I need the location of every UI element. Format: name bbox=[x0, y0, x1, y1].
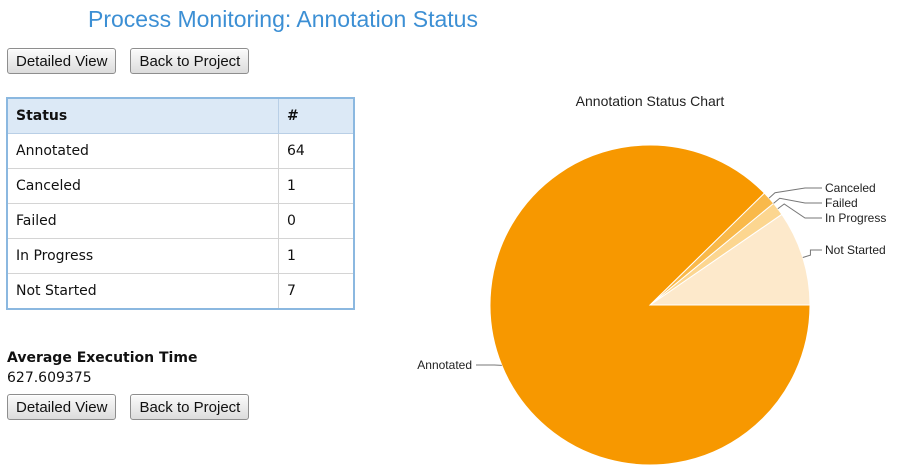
annotation-status-pie-chart: Annotation Status Chart Not Started In Pr… bbox=[417, 93, 886, 466]
average-execution-time-value: 627.609375 bbox=[7, 370, 92, 386]
top-button-row: Detailed View Back to Project bbox=[7, 48, 250, 74]
count-cell: 1 bbox=[278, 168, 354, 204]
leader-line-in-progress bbox=[777, 203, 822, 219]
back-to-project-button[interactable]: Back to Project bbox=[130, 48, 250, 74]
chart-title: Annotation Status Chart bbox=[576, 93, 725, 109]
page-title: Process Monitoring: Annotation Status bbox=[88, 6, 478, 32]
average-execution-time-label: Average Execution Time bbox=[7, 350, 198, 366]
slice-label-failed: Failed bbox=[825, 196, 858, 210]
count-cell: 0 bbox=[278, 203, 354, 239]
detailed-view-button[interactable]: Detailed View bbox=[7, 394, 117, 420]
slice-label-not-started: Not Started bbox=[825, 243, 886, 257]
leader-line-failed bbox=[773, 197, 822, 204]
table-row: Not Started 7 bbox=[7, 273, 354, 309]
slice-label-canceled: Canceled bbox=[825, 181, 876, 195]
table-row: Canceled 1 bbox=[7, 168, 354, 204]
pie-slice-annotated bbox=[489, 144, 811, 466]
status-table: Status # Annotated 64 Canceled 1 Failed … bbox=[6, 97, 355, 310]
back-to-project-button[interactable]: Back to Project bbox=[130, 394, 250, 420]
table-row: In Progress 1 bbox=[7, 238, 354, 274]
detailed-view-button[interactable]: Detailed View bbox=[7, 48, 117, 74]
count-column-header: # bbox=[278, 98, 354, 134]
status-cell: Failed bbox=[7, 203, 279, 239]
pie-slices bbox=[489, 144, 811, 466]
table-row: Failed 0 bbox=[7, 203, 354, 239]
status-cell: Canceled bbox=[7, 168, 279, 204]
table-row: Annotated 64 bbox=[7, 133, 354, 169]
slice-label-in-progress: In Progress bbox=[825, 211, 886, 225]
leader-line-not-started bbox=[802, 249, 822, 259]
status-cell: Annotated bbox=[7, 133, 279, 169]
bottom-button-row: Detailed View Back to Project bbox=[7, 394, 250, 420]
count-cell: 64 bbox=[278, 133, 354, 169]
leader-line-canceled bbox=[768, 187, 822, 199]
table-header-row: Status # bbox=[7, 98, 354, 134]
status-cell: In Progress bbox=[7, 238, 279, 274]
count-cell: 7 bbox=[278, 273, 354, 309]
status-column-header: Status bbox=[7, 98, 279, 134]
annotation-status-page: Process Monitoring: Annotation Status De… bbox=[0, 0, 909, 468]
status-cell: Not Started bbox=[16, 283, 97, 299]
count-cell: 1 bbox=[278, 238, 354, 274]
slice-label-annotated: Annotated bbox=[417, 358, 472, 372]
